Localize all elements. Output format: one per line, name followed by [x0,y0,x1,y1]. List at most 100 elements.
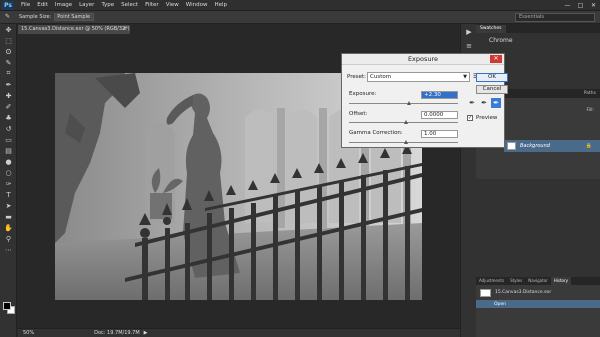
sample-size-select[interactable]: Point Sample [54,13,95,21]
tab-adjustments[interactable]: Adjustments [476,277,507,285]
menu-window[interactable]: Window [186,2,208,8]
eyedropper-icon[interactable]: ✎ [5,13,15,22]
tab-navigator[interactable]: Navigator [525,277,551,285]
dialog-title-bar: Exposure ✕ [342,54,504,65]
white-point-eyedropper-icon[interactable]: ✒ [491,98,501,108]
layer-name: Background [520,143,550,149]
tab-history[interactable]: History [550,277,572,285]
gamma-label: Gamma Correction: [349,130,403,136]
menu-bar: Ps File Edit Image Layer Type Select Fil… [0,0,600,11]
tab-paths[interactable]: Paths [580,90,600,98]
more-tools-icon[interactable]: ⋯ [2,244,15,255]
shape-tool-icon[interactable]: ▬ [2,211,15,222]
tools-panel: ✥ ⬚ ʘ ✎ ⌗ ✒ ✚ ✐ ♣ ↺ ▭ ▤ ● ○ ✑ T ➤ ▬ ✋ ⚲ … [0,24,17,337]
maximize-button[interactable]: □ [574,0,587,11]
lock-icon: 🔒 [585,143,592,149]
fill-label[interactable]: Fill: [586,108,594,113]
hand-tool-icon[interactable]: ✋ [2,222,15,233]
exposure-slider[interactable] [349,101,458,105]
photoshop-logo: Ps [2,0,14,10]
exposure-field[interactable]: +2.30 [421,91,458,99]
eyedropper-group: ✒ ✒ ✒ [467,98,503,108]
healing-brush-tool-icon[interactable]: ✚ [2,90,15,101]
menu-image[interactable]: Image [55,2,72,8]
eyedropper-tool-icon[interactable]: ✒ [2,79,15,90]
dodge-tool-icon[interactable]: ○ [2,167,15,178]
preview-option[interactable]: ✓ Preview [467,115,497,121]
document-info: Doc: 19.7M/19.7M [94,330,140,336]
history-panel-tabs: Adjustments Styles Navigator History [476,277,600,285]
path-select-tool-icon[interactable]: ➤ [2,200,15,211]
close-document-icon[interactable]: × [123,25,127,34]
history-state-open[interactable]: Open [476,300,600,308]
options-icon[interactable]: ≡ [463,40,475,52]
brush-tool-icon[interactable]: ✐ [2,101,15,112]
window-controls: — □ ✕ [561,0,600,11]
zoom-level[interactable]: 50% [23,330,34,336]
pen-tool-icon[interactable]: ✑ [2,178,15,189]
preset-select[interactable]: Custom ▼ [367,72,470,82]
status-bar: 50% Doc: 19.7M/19.7M ▶ [18,328,460,337]
cancel-button[interactable]: Cancel [476,85,508,94]
history-snapshot[interactable]: 15.Canvas3.Distance.exr [480,288,600,297]
menu-help[interactable]: Help [214,2,227,8]
crop-tool-icon[interactable]: ⌗ [2,68,15,79]
document-tab-title: 15.Canvas3.Distance.exr @ 50% (RGB/32*) [21,26,130,32]
history-brush-tool-icon[interactable]: ↺ [2,123,15,134]
tab-swatches[interactable]: Swatches [476,25,506,33]
black-point-eyedropper-icon[interactable]: ✒ [467,98,477,108]
dialog-close-button[interactable]: ✕ [490,55,502,63]
menu-filter[interactable]: Filter [145,2,159,8]
preview-checkbox[interactable]: ✓ [467,115,473,121]
workspace-select[interactable]: Essentials [515,13,595,22]
marquee-tool-icon[interactable]: ⬚ [2,35,15,46]
exposure-dialog: Exposure ✕ Preset: Custom ▼ ☰ Exposure: … [341,53,508,148]
move-tool-icon[interactable]: ✥ [2,24,15,35]
layer-thumbnail [507,142,516,150]
menu-layer[interactable]: Layer [79,2,94,8]
menu-edit[interactable]: Edit [37,2,48,8]
offset-slider-thumb[interactable] [403,120,408,124]
dialog-title: Exposure [407,55,439,63]
preview-label: Preview [476,115,498,121]
menu-select[interactable]: Select [121,2,138,8]
minimize-button[interactable]: — [561,0,574,11]
tab-styles[interactable]: Styles [507,277,525,285]
history-panel: Adjustments Styles Navigator History 15.… [476,277,600,337]
menu-view[interactable]: View [166,2,179,8]
document-tab[interactable]: 15.Canvas3.Distance.exr @ 50% (RGB/32*) … [18,25,130,34]
gamma-field[interactable]: 1.00 [421,130,458,138]
swatches-panel-tabs: Swatches [476,24,600,33]
menu-type[interactable]: Type [101,2,114,8]
gradient-tool-icon[interactable]: ▤ [2,145,15,156]
exposure-label: Exposure: [349,91,377,97]
eraser-tool-icon[interactable]: ▭ [2,134,15,145]
clone-stamp-tool-icon[interactable]: ♣ [2,112,15,123]
ok-button[interactable]: OK [476,73,508,82]
preset-label: Preset: [347,74,367,80]
gamma-slider[interactable] [349,140,458,144]
swatches-title: Chrome [489,37,513,44]
options-bar: ✎ Sample Size: Point Sample Essentials [0,11,600,24]
offset-field[interactable]: 0.0000 [421,111,458,119]
type-tool-icon[interactable]: T [2,189,15,200]
layer-row-background[interactable]: Background 🔒 [504,140,600,152]
close-window-button[interactable]: ✕ [587,0,600,11]
exposure-slider-thumb[interactable] [406,101,411,105]
blur-tool-icon[interactable]: ● [2,156,15,167]
menu-file[interactable]: File [21,2,30,8]
offset-label: Offset: [349,111,368,117]
play-icon[interactable]: ▶ [463,26,475,38]
sample-size-label: Sample Size: [19,14,52,20]
snapshot-name: 15.Canvas3.Distance.exr [495,290,552,295]
gamma-slider-thumb[interactable] [403,140,408,144]
foreground-color-swatch[interactable] [3,302,11,310]
zoom-tool-icon[interactable]: ⚲ [2,233,15,244]
gray-point-eyedropper-icon[interactable]: ✒ [479,98,489,108]
lasso-tool-icon[interactable]: ʘ [2,46,15,57]
quick-select-tool-icon[interactable]: ✎ [2,57,15,68]
snapshot-thumbnail [480,288,491,297]
chevron-down-icon: ▼ [463,74,467,80]
offset-slider[interactable] [349,120,458,124]
status-menu-arrow-icon[interactable]: ▶ [144,330,148,336]
